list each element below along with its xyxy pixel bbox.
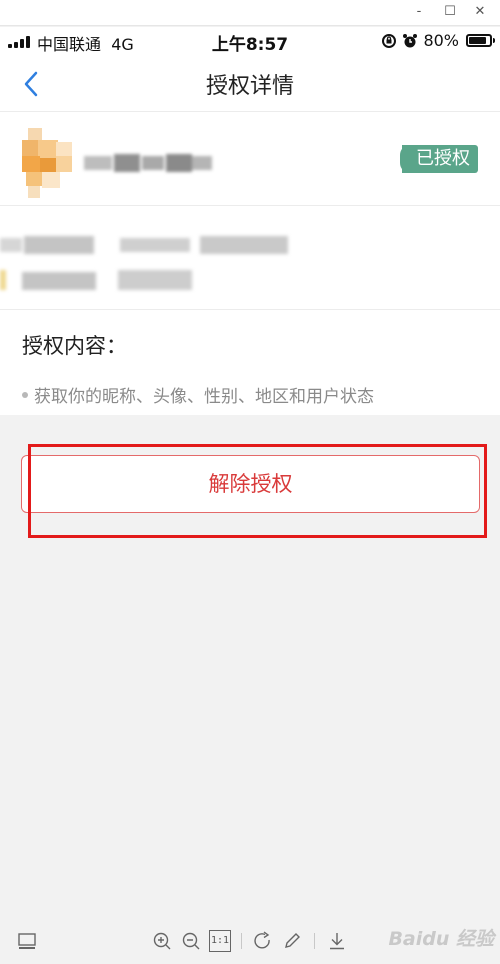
status-bar: 中国联通 4G 上午8:57 80%	[0, 27, 500, 55]
pencil-icon[interactable]	[281, 930, 303, 952]
toolbar-divider	[314, 933, 315, 949]
battery-percent: 80%	[423, 31, 459, 50]
app-row: 已授权	[0, 112, 500, 206]
close-icon[interactable]: ✕	[470, 4, 490, 20]
status-right: 80%	[381, 31, 495, 50]
window-titlebar: - ☐ ✕	[0, 0, 500, 26]
redacted-line	[0, 236, 288, 254]
scope-list-item: 获取你的昵称、头像、性别、地区和用户状态	[22, 382, 374, 407]
rotation-lock-icon	[382, 33, 397, 48]
maximize-icon[interactable]: ☐	[440, 4, 460, 20]
battery-icon	[466, 34, 495, 47]
app-name-redacted	[84, 154, 212, 172]
actual-size-button[interactable]: 1:1	[209, 930, 231, 952]
revoke-authorization-button[interactable]: 解除授权	[21, 455, 480, 513]
download-icon[interactable]	[326, 930, 348, 952]
alarm-icon	[403, 33, 418, 47]
authorization-card: 已授权 授权内容： 获取你的昵称、头像、性别、地区和用户状态	[0, 112, 500, 415]
app-info-redacted	[0, 206, 500, 310]
app-logo-icon	[22, 128, 72, 198]
scope-item-text: 获取你的昵称、头像、性别、地区和用户状态	[34, 387, 374, 407]
bullet-icon	[22, 391, 28, 398]
scope-title: 授权内容：	[22, 334, 127, 358]
page-title: 授权详情	[205, 74, 294, 99]
toolbar-divider	[241, 933, 242, 949]
zoom-in-icon[interactable]	[151, 930, 173, 952]
authorized-badge: 已授权	[400, 145, 478, 173]
watermark: Baidu 经验	[388, 928, 494, 950]
rotate-icon[interactable]	[252, 930, 274, 952]
thumbnail-view-icon[interactable]	[16, 930, 38, 952]
redacted-line	[0, 270, 192, 290]
zoom-out-icon[interactable]	[180, 930, 202, 952]
nav-bar: 授权详情	[0, 55, 500, 112]
minimize-icon[interactable]: -	[409, 4, 429, 20]
